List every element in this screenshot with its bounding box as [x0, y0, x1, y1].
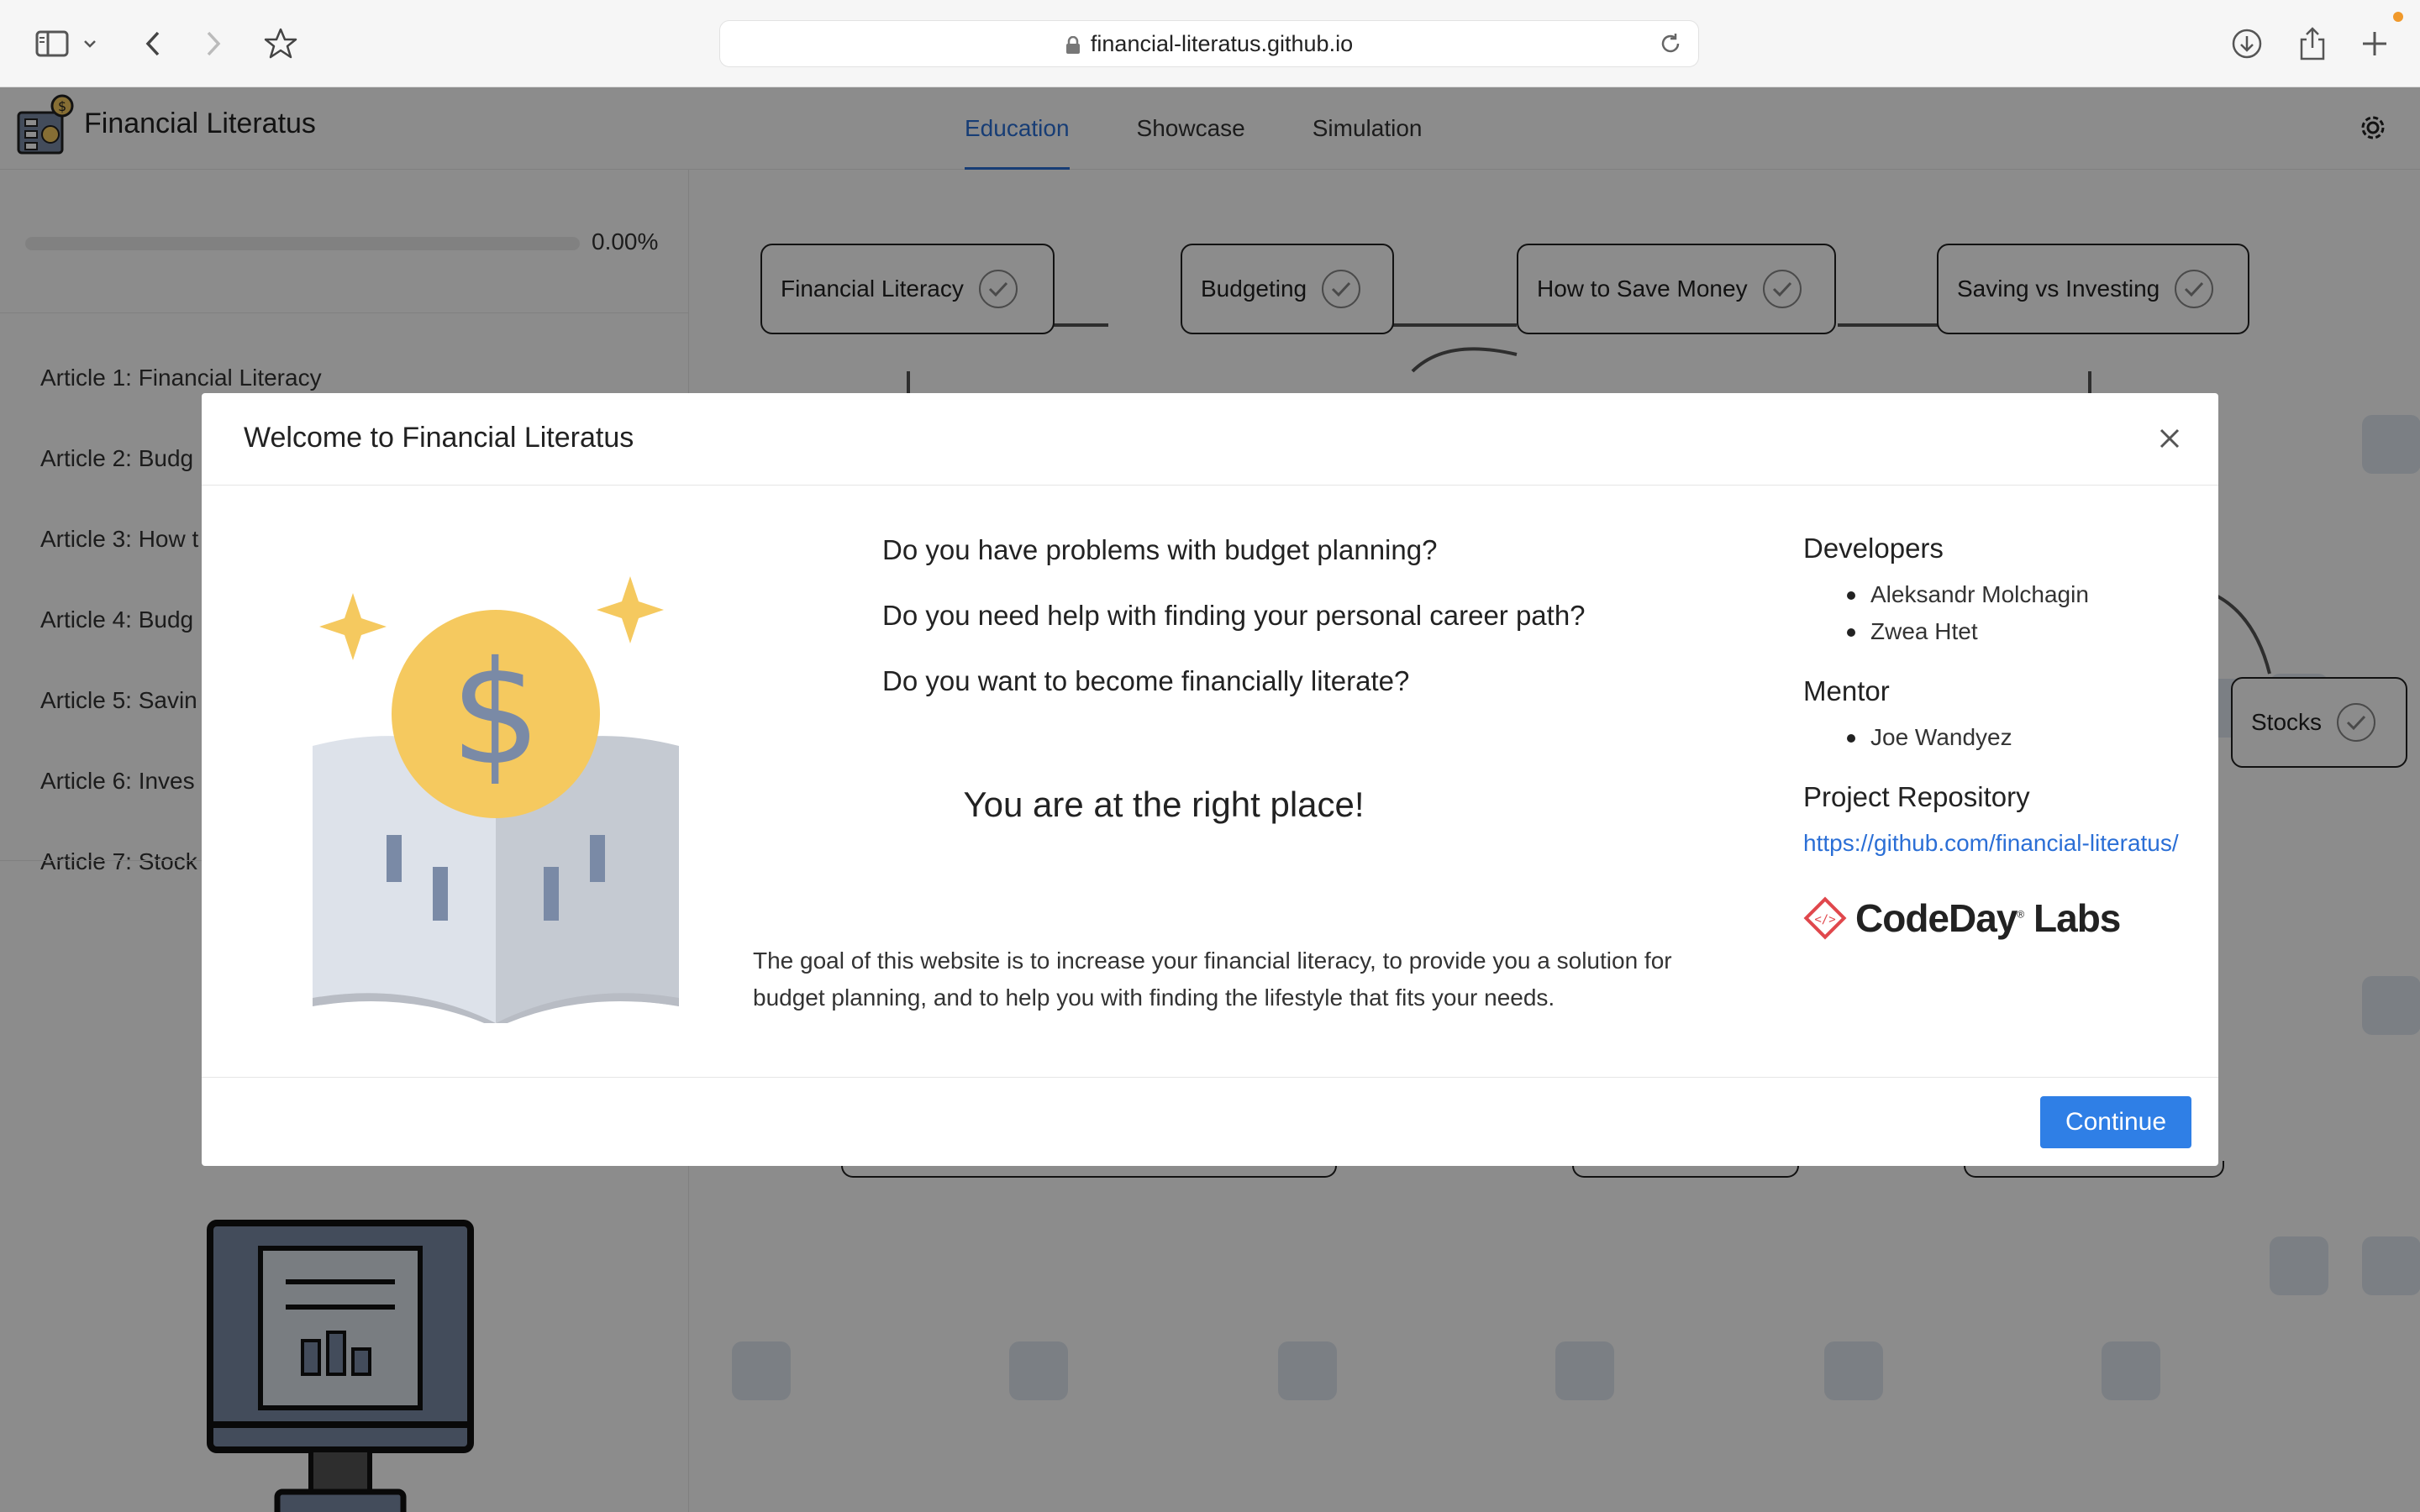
lock-icon	[1065, 34, 1081, 54]
question-text: Do you have problems with budget plannin…	[882, 534, 1438, 565]
close-icon[interactable]	[2154, 423, 2185, 454]
codeday-logo-icon: </>	[1803, 896, 1847, 940]
reload-icon[interactable]	[1658, 31, 1683, 62]
mentor-heading: Mentor	[1803, 675, 1890, 706]
continue-button[interactable]: Continue	[2040, 1096, 2191, 1148]
modal-footer: Continue	[202, 1077, 2218, 1166]
back-icon[interactable]	[133, 24, 173, 64]
codeday-wordmark: CodeDay® Labs	[1855, 896, 2121, 940]
modal-header: Welcome to Financial Literatus	[202, 393, 2218, 486]
question-text: Do you need help with finding your perso…	[882, 600, 1586, 631]
developer-name: Aleksandr Molchagin	[1803, 576, 2190, 613]
question-text: Do you want to become financially litera…	[882, 665, 1410, 696]
svg-text:</>: </>	[1814, 913, 1835, 927]
svg-text:$: $	[450, 631, 541, 797]
developer-name: Zwea Htet	[1803, 613, 2190, 650]
sponsor-name: CodeDay	[1855, 896, 2018, 940]
developers-heading: Developers	[1803, 533, 1944, 564]
sidebar-toggle-icon[interactable]	[32, 24, 72, 64]
repo-link[interactable]: https://github.com/financial-literatus/	[1803, 825, 2190, 862]
developers-list: Aleksandr Molchagin Zwea Htet	[1803, 576, 2190, 650]
star-icon[interactable]	[260, 24, 301, 64]
chevron-down-icon[interactable]	[77, 24, 103, 64]
codeday-labs-logo[interactable]: </> CodeDay® Labs	[1803, 895, 2190, 941]
sponsor-suffix: Labs	[2033, 896, 2121, 940]
url-text: financial-literatus.github.io	[1090, 30, 1354, 56]
credits-column: Developers Aleksandr Molchagin Zwea Htet…	[1803, 533, 2190, 941]
welcome-modal: Welcome to Financial Literatus $ Do you …	[202, 393, 2218, 1166]
notification-dot	[2393, 12, 2403, 22]
modal-title: Welcome to Financial Literatus	[244, 422, 634, 454]
repo-heading: Project Repository	[1803, 781, 2030, 812]
goal-text: The goal of this website is to increase …	[753, 948, 1672, 1011]
browser-toolbar: financial-literatus.github.io	[0, 0, 2420, 87]
download-icon[interactable]	[2227, 24, 2267, 64]
mentor-list: Joe Wandyez	[1803, 719, 2190, 756]
forward-icon[interactable]	[193, 24, 234, 64]
new-tab-icon[interactable]	[2354, 24, 2395, 64]
tagline: You are at the right place!	[963, 785, 1365, 824]
mentor-name: Joe Wandyez	[1803, 719, 2190, 756]
share-icon[interactable]	[2292, 24, 2333, 64]
address-bar[interactable]: financial-literatus.github.io	[719, 20, 1699, 67]
